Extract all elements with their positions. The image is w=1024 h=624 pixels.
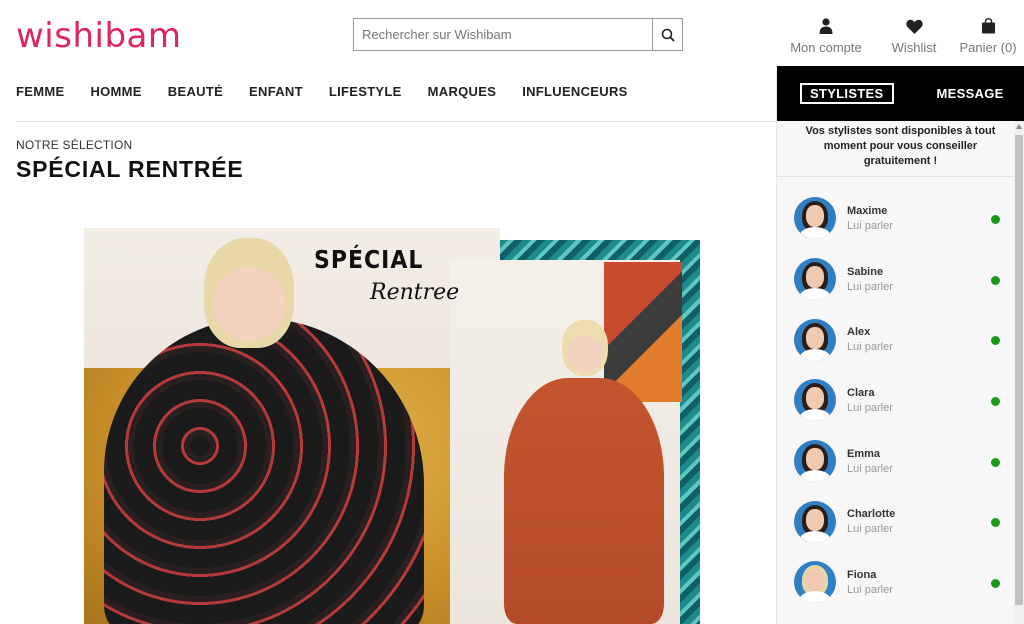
hero-banner[interactable]: SPÉCIAL Rentree bbox=[84, 228, 700, 624]
stylist-item[interactable]: Maxime Lui parler bbox=[777, 188, 1015, 249]
panel-scrollbar[interactable] bbox=[1014, 121, 1024, 624]
tab-stylists[interactable]: STYLISTES bbox=[800, 83, 894, 104]
stylist-status: Lui parler bbox=[847, 341, 893, 354]
nav-item-femme[interactable]: FEMME bbox=[16, 84, 64, 99]
avatar bbox=[794, 258, 836, 301]
avatar bbox=[794, 440, 836, 483]
hero-text-rentree: Rentree bbox=[370, 280, 460, 305]
header-actions: Mon compte Wishlist Panier (0) bbox=[778, 16, 1024, 55]
stylist-name: Alex bbox=[847, 326, 871, 339]
avatar bbox=[794, 500, 836, 543]
stylist-panel: STYLISTES MESSAGE Vos stylistes sont dis… bbox=[776, 66, 1024, 624]
section-eyebrow: NOTRE SÉLECTION bbox=[16, 138, 133, 152]
nav-item-influenceurs[interactable]: INFLUENCEURS bbox=[522, 84, 627, 99]
search-button[interactable] bbox=[652, 19, 682, 50]
wishlist-label: Wishlist bbox=[891, 40, 937, 55]
hero-model-right-head bbox=[562, 320, 608, 376]
hero-model-left-head bbox=[204, 238, 294, 348]
stylist-name: Charlotte bbox=[847, 508, 896, 521]
avatar bbox=[794, 197, 836, 240]
page-title: SPÉCIAL RENTRÉE bbox=[16, 156, 244, 182]
account-label: Mon compte bbox=[790, 40, 862, 55]
cart-link[interactable]: Panier (0) bbox=[952, 16, 1024, 55]
nav-divider bbox=[16, 121, 776, 122]
stylist-item[interactable]: Emma Lui parler bbox=[777, 431, 1015, 492]
cart-label: Panier (0) bbox=[959, 40, 1017, 55]
online-status-dot bbox=[991, 518, 1000, 528]
search-icon bbox=[661, 28, 675, 42]
stylist-name: Fiona bbox=[847, 568, 877, 581]
tab-message[interactable]: MESSAGE bbox=[937, 86, 1004, 101]
wishibam-logo[interactable]: wishibam bbox=[16, 18, 182, 54]
stylist-status: Lui parler bbox=[847, 280, 893, 293]
stylist-item[interactable]: Clara Lui parler bbox=[777, 370, 1015, 431]
stylist-status: Lui parler bbox=[847, 462, 893, 475]
stylist-status: Lui parler bbox=[847, 401, 893, 414]
online-status-dot bbox=[991, 275, 1000, 285]
stylist-item[interactable]: Sabine Lui parler bbox=[777, 249, 1015, 310]
stylist-status: Lui parler bbox=[847, 523, 893, 536]
nav-item-homme[interactable]: HOMME bbox=[90, 84, 141, 99]
panel-divider bbox=[777, 176, 1024, 177]
stylist-name: Clara bbox=[847, 386, 875, 399]
wishlist-link[interactable]: Wishlist bbox=[882, 16, 946, 55]
stylist-status: Lui parler bbox=[847, 219, 893, 232]
stylist-item[interactable]: Fiona Lui parler bbox=[777, 552, 1015, 613]
search-bar bbox=[353, 18, 683, 51]
nav-item-enfant[interactable]: ENFANT bbox=[249, 84, 303, 99]
stylist-list: Maxime Lui parler Sabine Lui parler Alex Lu… bbox=[777, 188, 1015, 613]
nav-item-beaute[interactable]: BEAUTÉ bbox=[168, 84, 223, 99]
shopping-bag-icon bbox=[981, 16, 996, 34]
scrollbar-thumb[interactable] bbox=[1015, 135, 1023, 605]
stylist-name: Sabine bbox=[847, 265, 884, 278]
panel-intro-text: Vos stylistes sont disponibles à tout mo… bbox=[805, 125, 996, 167]
main-nav: FEMME HOMME BEAUTÉ ENFANT LIFESTYLE MARQ… bbox=[16, 84, 654, 99]
nav-item-marques[interactable]: MARQUES bbox=[428, 84, 497, 99]
hero-text-special: SPÉCIAL bbox=[314, 246, 424, 275]
stylist-status: Lui parler bbox=[847, 583, 893, 596]
avatar bbox=[794, 379, 836, 422]
hero-model-right bbox=[504, 378, 664, 624]
stylist-item[interactable]: Charlotte Lui parler bbox=[777, 491, 1015, 552]
stylist-item[interactable]: Alex Lui parler bbox=[777, 309, 1015, 370]
online-status-dot bbox=[991, 457, 1000, 467]
online-status-dot bbox=[991, 215, 1000, 224]
avatar bbox=[794, 561, 836, 604]
avatar bbox=[794, 318, 836, 361]
heart-icon bbox=[905, 16, 923, 34]
online-status-dot bbox=[991, 397, 1000, 407]
scroll-up-arrow-icon[interactable] bbox=[1016, 124, 1022, 129]
nav-item-lifestyle[interactable]: LIFESTYLE bbox=[329, 84, 402, 99]
online-status-dot bbox=[991, 579, 1000, 589]
stylist-name: Emma bbox=[847, 447, 881, 460]
account-link[interactable]: Mon compte bbox=[778, 16, 874, 55]
online-status-dot bbox=[991, 336, 1000, 346]
panel-tabs: STYLISTES MESSAGE bbox=[777, 66, 1024, 121]
search-input[interactable] bbox=[354, 19, 652, 50]
stylist-name: Maxime bbox=[847, 204, 888, 217]
user-icon bbox=[819, 16, 833, 34]
